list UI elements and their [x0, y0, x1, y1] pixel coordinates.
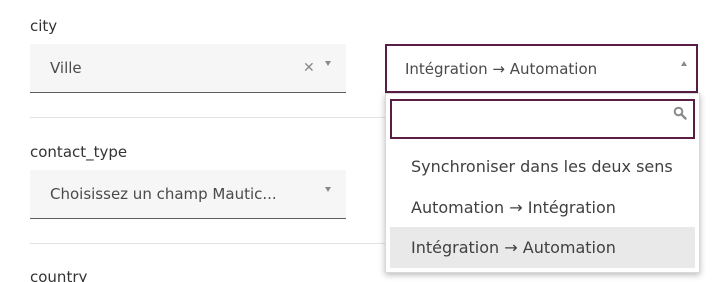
chevron-down-icon — [325, 187, 331, 192]
field-mapping-panel: city Ville ✕ Intégration → Automation co… — [0, 0, 722, 282]
close-icon[interactable]: ✕ — [303, 60, 315, 76]
selected-value: Intégration → Automation — [405, 60, 598, 78]
divider — [30, 117, 400, 118]
placeholder-value: Choisissez un champ Mautic... — [50, 185, 277, 203]
divider — [30, 243, 400, 244]
field-label-city: city — [30, 17, 58, 35]
sync-direction-dropdown: Synchroniser dans les deux sens Automati… — [385, 93, 700, 273]
selected-value: Ville — [50, 59, 82, 77]
dropdown-option-integration-to-automation[interactable]: Intégration → Automation — [390, 227, 695, 268]
dropdown-search-input[interactable] — [390, 99, 695, 139]
dropdown-option-sync-both[interactable]: Synchroniser dans les deux sens — [390, 146, 695, 187]
chevron-up-icon — [681, 61, 687, 66]
mautic-field-select-contact-type[interactable]: Choisissez un champ Mautic... — [30, 170, 346, 219]
field-label-contact-type: contact_type — [30, 143, 128, 161]
search-icon — [673, 106, 687, 120]
sync-direction-select-city[interactable]: Intégration → Automation — [385, 44, 698, 93]
dropdown-option-automation-to-integration[interactable]: Automation → Intégration — [390, 187, 695, 228]
field-label-country: country — [30, 268, 88, 282]
chevron-down-icon — [325, 61, 331, 66]
mautic-field-select-city[interactable]: Ville ✕ — [30, 44, 346, 93]
